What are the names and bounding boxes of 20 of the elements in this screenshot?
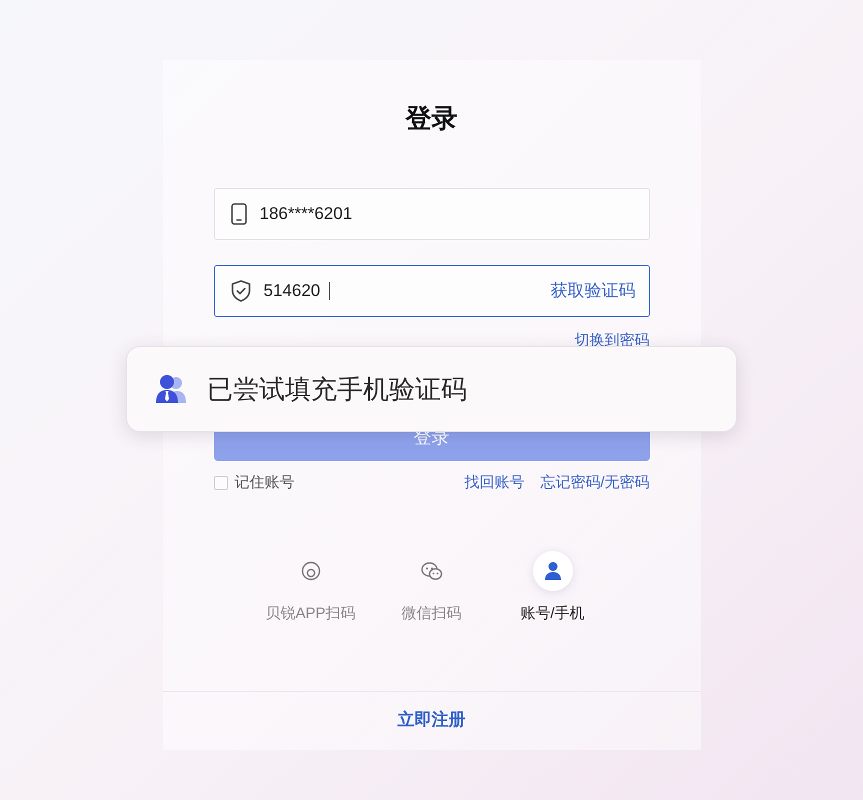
page-title: 登录: [404, 102, 458, 135]
shield-check-icon: [230, 280, 250, 302]
register-link[interactable]: 立即注册: [398, 709, 466, 731]
person-icon: [532, 551, 572, 591]
phone-icon: [230, 203, 246, 225]
users-icon: [155, 374, 187, 404]
code-field[interactable]: 514620 获取验证码: [214, 265, 650, 317]
toast-message: 已尝试填充手机验证码: [207, 372, 467, 406]
phone-field[interactable]: 186****6201: [214, 188, 650, 240]
login-method-tab[interactable]: 账号/手机: [492, 551, 613, 623]
checkbox[interactable]: [214, 476, 228, 490]
text-link[interactable]: 忘记密码/无密码: [540, 472, 650, 494]
text-link[interactable]: 找回账号: [464, 472, 524, 494]
login-method-tab[interactable]: 微信扫码: [371, 551, 492, 623]
ring-icon: [300, 561, 320, 581]
login-method-tab[interactable]: 贝锐APP扫码: [250, 551, 371, 623]
chat-bubbles-icon: [420, 562, 442, 580]
remember-label[interactable]: 记住账号: [234, 472, 294, 494]
get-code-button[interactable]: 获取验证码: [550, 278, 636, 304]
text-cursor: [329, 282, 330, 300]
